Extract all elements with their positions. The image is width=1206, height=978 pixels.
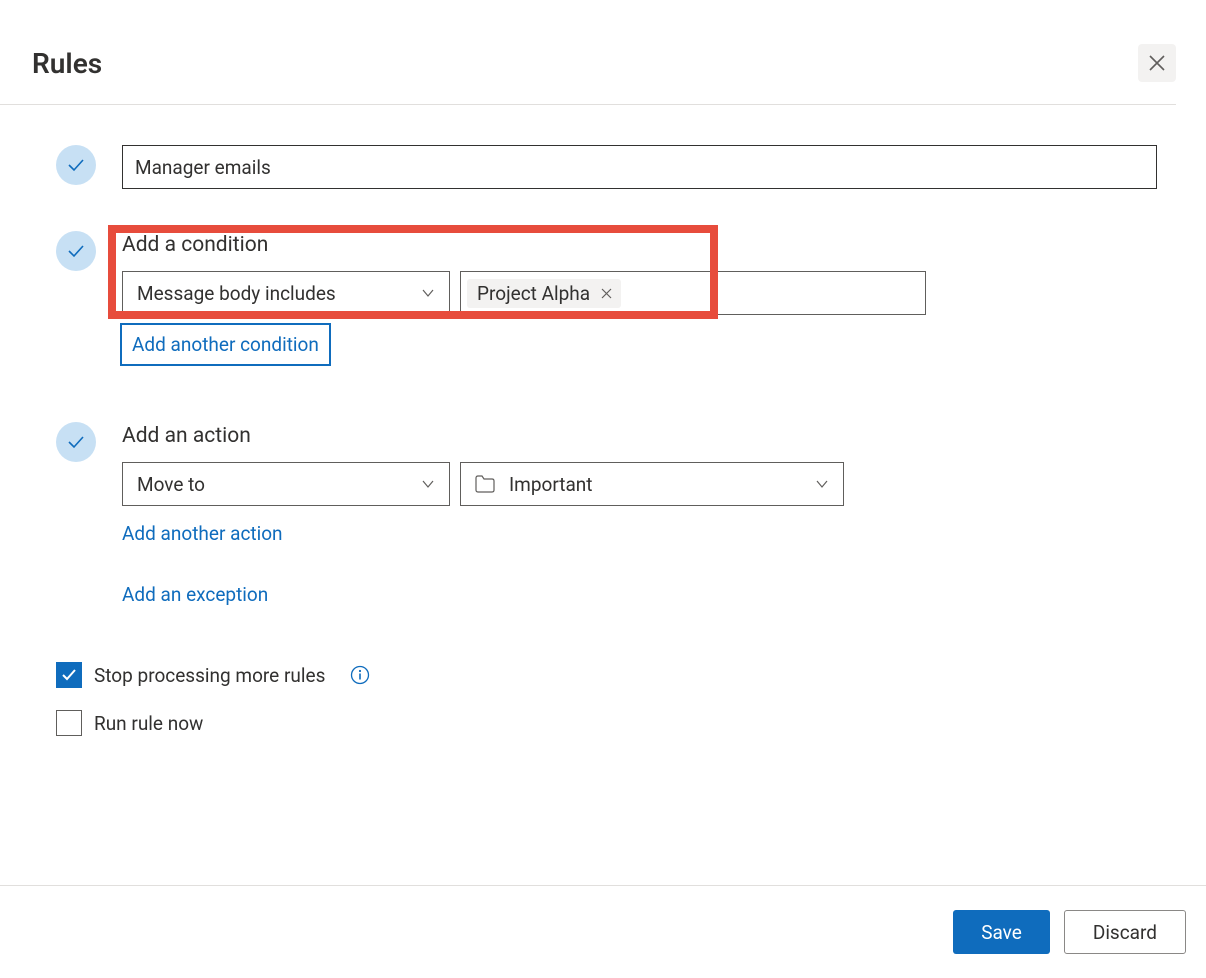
rule-name-input[interactable] bbox=[122, 145, 1157, 189]
folder-icon bbox=[475, 475, 495, 493]
stop-processing-row: Stop processing more rules bbox=[56, 662, 1176, 688]
info-icon[interactable] bbox=[349, 664, 371, 686]
action-row: Add an action Move to Important bbox=[56, 422, 1176, 614]
stop-processing-checkbox[interactable] bbox=[56, 662, 82, 688]
condition-value-input[interactable]: Project Alpha bbox=[460, 271, 926, 315]
action-folder-value: Important bbox=[509, 473, 593, 496]
run-rule-now-row: Run rule now bbox=[56, 710, 1176, 736]
run-rule-now-label: Run rule now bbox=[94, 712, 203, 735]
rule-name-row bbox=[56, 145, 1176, 189]
check-icon bbox=[60, 666, 78, 684]
condition-row: Add a condition Message body includes Pr… bbox=[56, 231, 1176, 366]
run-rule-now-checkbox[interactable] bbox=[56, 710, 82, 736]
action-section-label: Add an action bbox=[122, 424, 1176, 448]
page-title: Rules bbox=[32, 47, 102, 80]
chevron-down-icon bbox=[421, 477, 435, 491]
condition-type-value: Message body includes bbox=[137, 282, 336, 305]
add-another-action-link[interactable]: Add another action bbox=[122, 514, 1176, 553]
action-type-value: Move to bbox=[137, 473, 205, 496]
save-button[interactable]: Save bbox=[953, 910, 1050, 954]
close-icon bbox=[1147, 53, 1167, 73]
check-icon bbox=[66, 241, 86, 261]
chevron-down-icon bbox=[421, 286, 435, 300]
check-icon bbox=[66, 432, 86, 452]
stop-processing-label: Stop processing more rules bbox=[94, 664, 325, 687]
add-another-condition-link[interactable]: Add another condition bbox=[120, 323, 331, 366]
close-button[interactable] bbox=[1138, 44, 1176, 82]
action-folder-dropdown[interactable]: Important bbox=[460, 462, 844, 506]
condition-tag-label: Project Alpha bbox=[477, 282, 590, 305]
chevron-down-icon bbox=[815, 477, 829, 491]
header: Rules bbox=[0, 0, 1206, 104]
check-icon bbox=[66, 155, 86, 175]
tag-remove-icon[interactable] bbox=[600, 287, 613, 300]
condition-tag: Project Alpha bbox=[467, 279, 621, 308]
condition-section-label: Add a condition bbox=[122, 233, 1176, 257]
action-type-dropdown[interactable]: Move to bbox=[122, 462, 450, 506]
status-check-name bbox=[56, 145, 96, 185]
add-exception-link[interactable]: Add an exception bbox=[122, 575, 1176, 614]
discard-button[interactable]: Discard bbox=[1064, 910, 1186, 954]
status-check-action bbox=[56, 422, 96, 462]
status-check-condition bbox=[56, 231, 96, 271]
footer: Save Discard bbox=[0, 885, 1206, 978]
condition-type-dropdown[interactable]: Message body includes bbox=[122, 271, 450, 315]
